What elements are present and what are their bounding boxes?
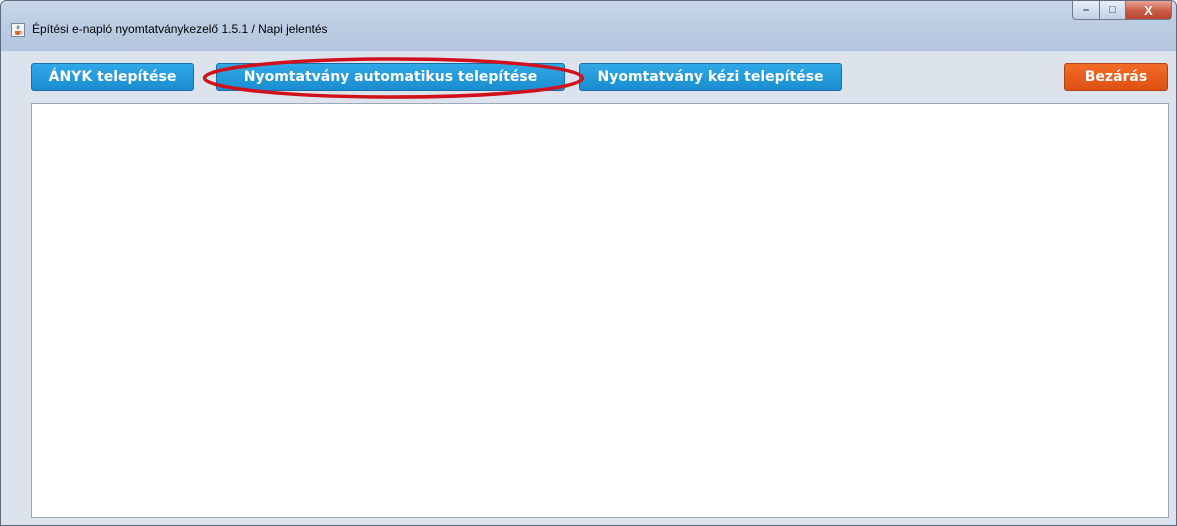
manual-install-button[interactable]: Nyomtatvány kézi telepítése [579,63,842,91]
java-cup-icon [11,23,25,37]
close-icon: X [1144,2,1153,18]
minimize-icon: – [1082,4,1090,16]
window-title: Építési e-napló nyomtatványkezelő 1.5.1 … [32,22,328,36]
close-button[interactable]: Bezárás [1064,63,1168,91]
minimize-button[interactable]: – [1072,1,1100,20]
anyk-install-button[interactable]: ÁNYK telepítése [31,63,194,91]
maximize-icon: □ [1109,4,1116,16]
main-area: ÁNYK telepítése Nyomtatvány automatikus … [6,51,1171,520]
app-window: Építési e-napló nyomtatványkezelő 1.5.1 … [0,0,1177,526]
close-window-button[interactable]: X [1126,1,1172,20]
maximize-button[interactable]: □ [1100,1,1126,20]
window-controls: – □ X [1072,1,1172,23]
log-panel[interactable] [31,103,1169,518]
auto-install-button[interactable]: Nyomtatvány automatikus telepítése [216,63,565,91]
title-bar[interactable]: Építési e-napló nyomtatványkezelő 1.5.1 … [1,1,1176,51]
